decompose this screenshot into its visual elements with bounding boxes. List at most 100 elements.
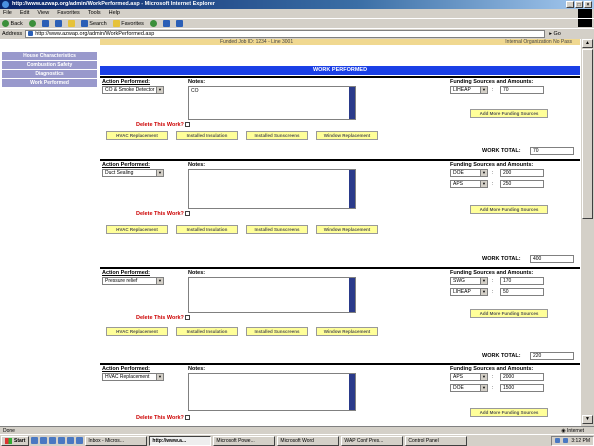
- work-total-input[interactable]: 220: [530, 352, 574, 360]
- hvac-replacement-button[interactable]: HVAC Replacement: [106, 131, 168, 140]
- add-funding-button[interactable]: Add More Funding Sources: [470, 109, 548, 118]
- quicklaunch-desktop-icon[interactable]: [49, 437, 57, 444]
- start-button[interactable]: Start: [1, 435, 30, 446]
- minimize-button[interactable]: _: [566, 1, 574, 8]
- taskbar-button-control-panel[interactable]: Control Panel: [405, 435, 468, 446]
- funding-source-select[interactable]: APS ▼: [450, 180, 488, 188]
- notes-scrollbar[interactable]: [349, 170, 355, 208]
- notes-textarea[interactable]: [188, 373, 356, 411]
- funding-source-select[interactable]: LIHEAP ▼: [450, 86, 488, 94]
- funding-source-select[interactable]: APS ▼: [450, 373, 488, 381]
- address-input[interactable]: http://www.azwap.org/admin/WorkPerformed…: [25, 29, 546, 38]
- search-button[interactable]: Search: [80, 20, 107, 27]
- quicklaunch-excel-icon[interactable]: [67, 437, 75, 444]
- add-funding-button[interactable]: Add More Funding Sources: [470, 408, 548, 417]
- dropdown-arrow-icon: ▼: [480, 278, 487, 284]
- funding-source-select[interactable]: DOE ▼: [450, 169, 488, 177]
- menu-favorites[interactable]: Favorites: [57, 9, 80, 18]
- delete-work-checkbox[interactable]: [184, 415, 190, 421]
- sidebar-item-combustion-safety[interactable]: Combustion Safety: [2, 61, 97, 69]
- work-total-input[interactable]: 400: [530, 255, 574, 263]
- notes-scrollbar[interactable]: [349, 374, 355, 410]
- tray-network-icon[interactable]: [555, 438, 561, 443]
- installed-insulation-button[interactable]: Installed Insulation: [176, 225, 238, 234]
- action-select[interactable]: Pressure relief ▼: [102, 277, 164, 285]
- quicklaunch-powerpoint-icon[interactable]: [76, 437, 84, 444]
- funding-source-select[interactable]: SWG ▼: [450, 277, 488, 285]
- taskbar-button-powerpoint[interactable]: Microsoft Powe...: [213, 435, 276, 446]
- installed-sunscreens-button[interactable]: Installed Sunscreens: [246, 131, 308, 140]
- go-button[interactable]: ▸ Go: [549, 31, 561, 37]
- installed-insulation-button[interactable]: Installed Insulation: [176, 327, 238, 336]
- action-select[interactable]: CO & Smoke Detector ▼: [102, 86, 164, 94]
- back-button[interactable]: Back: [2, 20, 23, 27]
- funding-label: Funding Sources and Amounts:: [450, 162, 534, 168]
- notes-textarea[interactable]: [188, 277, 356, 313]
- refresh-icon[interactable]: [54, 20, 62, 27]
- taskbar-button-word[interactable]: Microsoft Word: [277, 435, 340, 446]
- funding-amount-input[interactable]: 50: [500, 288, 544, 296]
- menu-help[interactable]: Help: [109, 9, 120, 18]
- delete-work-checkbox[interactable]: [184, 315, 190, 321]
- window-replacement-button[interactable]: Window Replacement: [316, 327, 378, 336]
- quicklaunch-ie-icon[interactable]: [31, 437, 39, 444]
- window-replacement-button[interactable]: Window Replacement: [316, 225, 378, 234]
- quicklaunch-word-icon[interactable]: [58, 437, 66, 444]
- taskbar-button-inbox[interactable]: Inbox - Micros...: [85, 435, 148, 446]
- window-replacement-button[interactable]: Window Replacement: [316, 131, 378, 140]
- funding-amount-input[interactable]: 70: [500, 86, 544, 94]
- menu-view[interactable]: View: [37, 9, 49, 18]
- page-scrollbar[interactable]: ▲ ▼: [580, 39, 594, 426]
- menu-edit[interactable]: Edit: [20, 9, 29, 18]
- dropdown-arrow-icon: ▼: [480, 289, 487, 295]
- menu-tools[interactable]: Tools: [88, 9, 101, 18]
- tray-volume-icon[interactable]: [563, 438, 569, 443]
- funding-amount-value: 1500: [503, 385, 515, 391]
- stop-icon[interactable]: [41, 20, 49, 27]
- funding-amount-input[interactable]: 2000: [500, 373, 544, 381]
- work-item: Action Performed: Notes: Funding Sources…: [100, 159, 580, 267]
- installed-insulation-button[interactable]: Installed Insulation: [176, 131, 238, 140]
- funding-amount-value: 250: [503, 181, 512, 187]
- funding-amount-input[interactable]: 200: [500, 169, 544, 177]
- quicklaunch-outlook-icon[interactable]: [40, 437, 48, 444]
- installed-sunscreens-button[interactable]: Installed Sunscreens: [246, 327, 308, 336]
- home-icon[interactable]: [67, 20, 75, 27]
- add-funding-button[interactable]: Add More Funding Sources: [470, 309, 548, 318]
- sidebar-item-house-characteristics[interactable]: House Characteristics: [2, 52, 97, 60]
- sidebar-item-work-performed[interactable]: Work Performed: [2, 79, 97, 87]
- action-select[interactable]: Duct Sealing ▼: [102, 169, 164, 177]
- hvac-replacement-button[interactable]: HVAC Replacement: [106, 225, 168, 234]
- history-icon[interactable]: [149, 20, 157, 27]
- notes-scrollbar[interactable]: [349, 87, 355, 119]
- funding-source-select[interactable]: DOE ▼: [450, 384, 488, 392]
- print-icon[interactable]: [175, 20, 183, 27]
- funding-source-select[interactable]: LIHEAP ▼: [450, 288, 488, 296]
- notes-textarea[interactable]: [188, 169, 356, 209]
- scroll-thumb[interactable]: [582, 49, 593, 219]
- menu-file[interactable]: File: [3, 9, 12, 18]
- taskbar-button-browser[interactable]: http://www.a...: [149, 435, 212, 446]
- notes-scrollbar[interactable]: [349, 278, 355, 312]
- funding-amount-input[interactable]: 250: [500, 180, 544, 188]
- mail-icon[interactable]: [162, 20, 170, 27]
- funding-amount-input[interactable]: 170: [500, 277, 544, 285]
- delete-work-checkbox[interactable]: [184, 211, 190, 217]
- work-total-input[interactable]: 70: [530, 147, 574, 155]
- close-button[interactable]: ×: [584, 1, 592, 8]
- scroll-up-arrow-icon[interactable]: ▲: [582, 39, 593, 48]
- add-funding-button[interactable]: Add More Funding Sources: [470, 205, 548, 214]
- sidebar: House Characteristics Combustion Safety …: [0, 39, 100, 426]
- scroll-down-arrow-icon[interactable]: ▼: [582, 415, 593, 424]
- favorites-button[interactable]: Favorites: [112, 20, 144, 27]
- sidebar-item-diagnostics[interactable]: Diagnostics: [2, 70, 97, 78]
- notes-textarea[interactable]: CO: [188, 86, 356, 120]
- taskbar-button-wap-conf[interactable]: WAP Conf Pres...: [341, 435, 404, 446]
- hvac-replacement-button[interactable]: HVAC Replacement: [106, 327, 168, 336]
- funding-amount-input[interactable]: 1500: [500, 384, 544, 392]
- forward-arrow-icon[interactable]: [28, 20, 36, 27]
- delete-work-checkbox[interactable]: [184, 122, 190, 128]
- action-select[interactable]: HVAC Replacement ▼: [102, 373, 164, 381]
- installed-sunscreens-button[interactable]: Installed Sunscreens: [246, 225, 308, 234]
- maximize-button[interactable]: □: [575, 1, 583, 8]
